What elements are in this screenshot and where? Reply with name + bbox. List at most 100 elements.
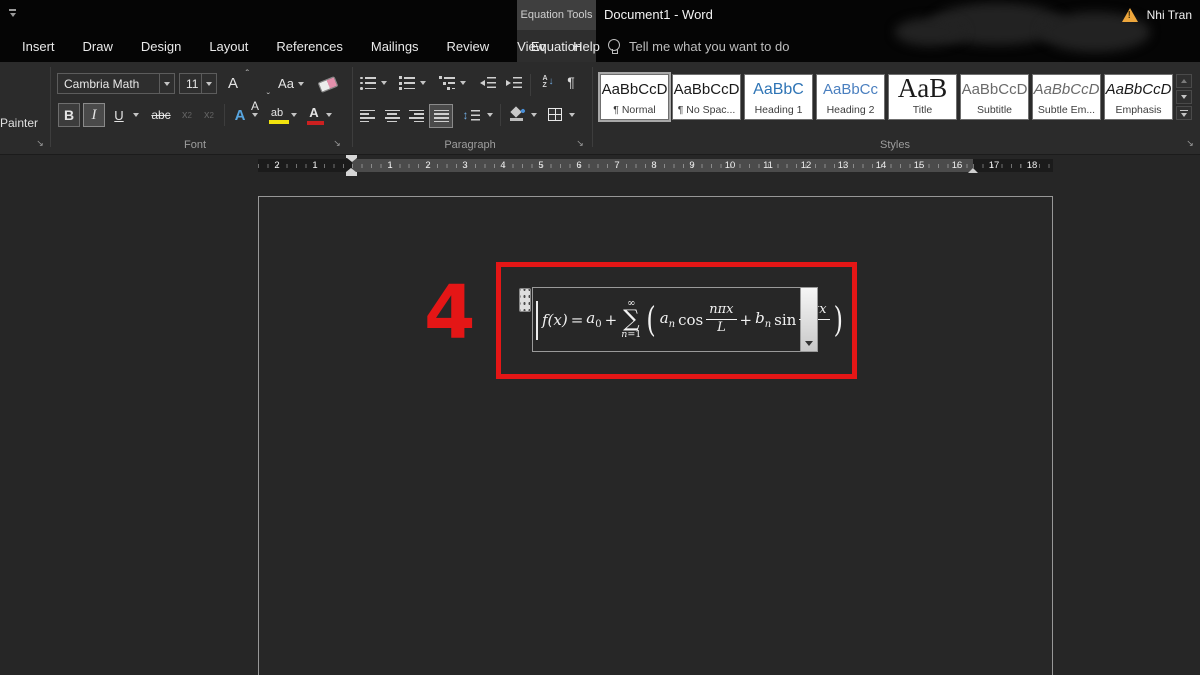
decrease-indent-button[interactable] <box>478 75 498 91</box>
chevron-down-icon <box>1181 113 1187 117</box>
style-subtitle[interactable]: AaBbCcD Subtitle <box>960 74 1029 120</box>
background-cloud-decoration <box>895 18 965 46</box>
font-name-select[interactable]: Cambria Math <box>57 73 175 94</box>
equation-object[interactable]: f(x) = a0 + ∞ ∑ n=1 ( an cos nπx L + bn … <box>532 287 801 352</box>
align-right-button[interactable] <box>406 107 426 125</box>
styles-dialog-launcher[interactable]: ↘ <box>1184 137 1196 149</box>
shading-menu-button[interactable] <box>528 107 540 123</box>
increase-indent-button[interactable] <box>504 75 524 91</box>
tab-design[interactable]: Design <box>127 30 195 62</box>
text-effects-button[interactable]: A <box>230 103 250 127</box>
style-preview: AaBbCcD <box>1106 75 1172 104</box>
bold-button[interactable]: B <box>58 103 80 127</box>
right-indent-marker[interactable] <box>968 168 978 173</box>
numbered-list-menu-button[interactable] <box>417 76 429 90</box>
style-title[interactable]: AaB Title <box>888 74 957 120</box>
justify-button[interactable] <box>429 104 453 128</box>
italic-button[interactable]: I <box>83 103 105 127</box>
paragraph-dialog-launcher[interactable]: ↘ <box>574 137 586 149</box>
bold-glyph: B <box>64 107 74 123</box>
align-center-button[interactable] <box>382 107 402 125</box>
ruler-left-margin: 2 1 <box>258 159 352 172</box>
ruler-number: 14 <box>876 159 887 172</box>
font-dialog-launcher[interactable]: ↘ <box>331 137 343 149</box>
font-color-menu-button[interactable] <box>323 103 335 127</box>
ruler-number: 1 <box>387 159 392 172</box>
clear-formatting-button[interactable] <box>316 74 340 94</box>
tell-me-search[interactable]: Tell me what you want to do <box>608 30 789 62</box>
text-highlight-button[interactable]: ab <box>264 103 290 127</box>
eq-sin: sin <box>774 311 796 329</box>
clipboard-dialog-launcher[interactable]: ↘ <box>34 137 46 149</box>
styles-scroll-down-button[interactable] <box>1176 90 1192 104</box>
equation-options-dropdown[interactable] <box>801 287 818 352</box>
tab-insert[interactable]: Insert <box>8 30 69 62</box>
superscript-button[interactable]: x2 <box>199 103 219 127</box>
first-line-indent-marker[interactable] <box>346 155 357 162</box>
tab-view[interactable]: View <box>503 30 559 62</box>
style-label: Subtitle <box>977 104 1012 119</box>
style-heading-2[interactable]: AaBbCc Heading 2 <box>816 74 885 120</box>
font-color-button[interactable]: A <box>303 103 325 127</box>
style-normal[interactable]: AaBbCcD ¶ Normal <box>600 74 669 120</box>
hanging-indent-marker[interactable] <box>346 168 357 176</box>
ruler-number: 12 <box>801 159 812 172</box>
style-no-spacing[interactable]: AaBbCcD ¶ No Spac... <box>672 74 741 120</box>
style-subtle-emphasis[interactable]: AaBbCcD Subtle Em... <box>1032 74 1101 120</box>
grow-font-button[interactable]: Aˆ <box>223 73 243 94</box>
text-effects-menu-button[interactable] <box>249 103 261 127</box>
style-emphasis[interactable]: AaBbCcD Emphasis <box>1104 74 1173 120</box>
style-label: ¶ No Spac... <box>678 104 736 119</box>
line-spacing-button[interactable]: ↕ <box>459 105 483 125</box>
tab-layout[interactable]: Layout <box>195 30 262 62</box>
font-size-select[interactable]: 11 <box>179 73 217 94</box>
strikethrough-button[interactable]: abc <box>147 103 175 127</box>
sort-icon: AZ <box>542 75 547 89</box>
tab-help[interactable]: Help <box>559 30 614 62</box>
underline-button[interactable]: U <box>109 103 129 127</box>
account-area[interactable]: Nhi Tran <box>1122 0 1192 30</box>
chevron-down-icon <box>159 74 174 93</box>
ruler-number: 9 <box>689 159 694 172</box>
justify-icon <box>434 110 449 123</box>
tab-review[interactable]: Review <box>433 30 504 62</box>
grow-font-glyph: A <box>228 75 238 92</box>
sort-button[interactable]: AZ ↓ <box>538 73 558 91</box>
format-painter-label[interactable]: Painter <box>0 116 38 130</box>
ruler-number: 5 <box>538 159 543 172</box>
tab-references[interactable]: References <box>262 30 356 62</box>
styles-gallery-more-button[interactable] <box>1176 106 1192 120</box>
tab-draw[interactable]: Draw <box>69 30 127 62</box>
italic-glyph: I <box>92 107 97 124</box>
chevron-up-icon <box>1181 79 1187 83</box>
bullet-list-menu-button[interactable] <box>378 76 390 90</box>
quick-access-toolbar-icon[interactable] <box>8 9 17 17</box>
ruler-number: 1 <box>312 159 317 172</box>
shading-button[interactable] <box>506 104 528 124</box>
style-heading-1[interactable]: AaBbC Heading 1 <box>744 74 813 120</box>
chevron-down-icon <box>420 81 426 85</box>
ribbon: Painter ↘ Cambria Math 11 Aˆ Aˇ Aa B I U… <box>0 62 1200 155</box>
align-left-button[interactable] <box>357 107 377 125</box>
style-label: Heading 2 <box>827 104 875 119</box>
bullet-list-button[interactable] <box>359 75 377 91</box>
style-preview: AaBbCc <box>823 75 878 104</box>
chevron-down-icon <box>326 113 332 117</box>
multilevel-list-menu-button[interactable] <box>457 76 469 90</box>
underline-menu-button[interactable] <box>130 103 142 127</box>
multilevel-list-button[interactable] <box>438 75 456 91</box>
borders-menu-button[interactable] <box>566 107 578 123</box>
show-formatting-marks-button[interactable]: ¶ <box>562 73 580 91</box>
line-spacing-icon: ↕ <box>463 108 469 122</box>
borders-button[interactable] <box>545 105 565 123</box>
font-group-label: Font <box>140 139 250 151</box>
tab-mailings[interactable]: Mailings <box>357 30 433 62</box>
equation-drag-handle[interactable] <box>519 288 531 312</box>
line-spacing-menu-button[interactable] <box>484 107 496 123</box>
change-case-button[interactable]: Aa <box>272 73 310 94</box>
styles-scroll-up-button[interactable] <box>1176 74 1192 88</box>
text-highlight-menu-button[interactable] <box>288 103 300 127</box>
ruler-number: 6 <box>576 159 581 172</box>
subscript-button[interactable]: x2 <box>177 103 197 127</box>
numbered-list-button[interactable] <box>398 75 416 91</box>
